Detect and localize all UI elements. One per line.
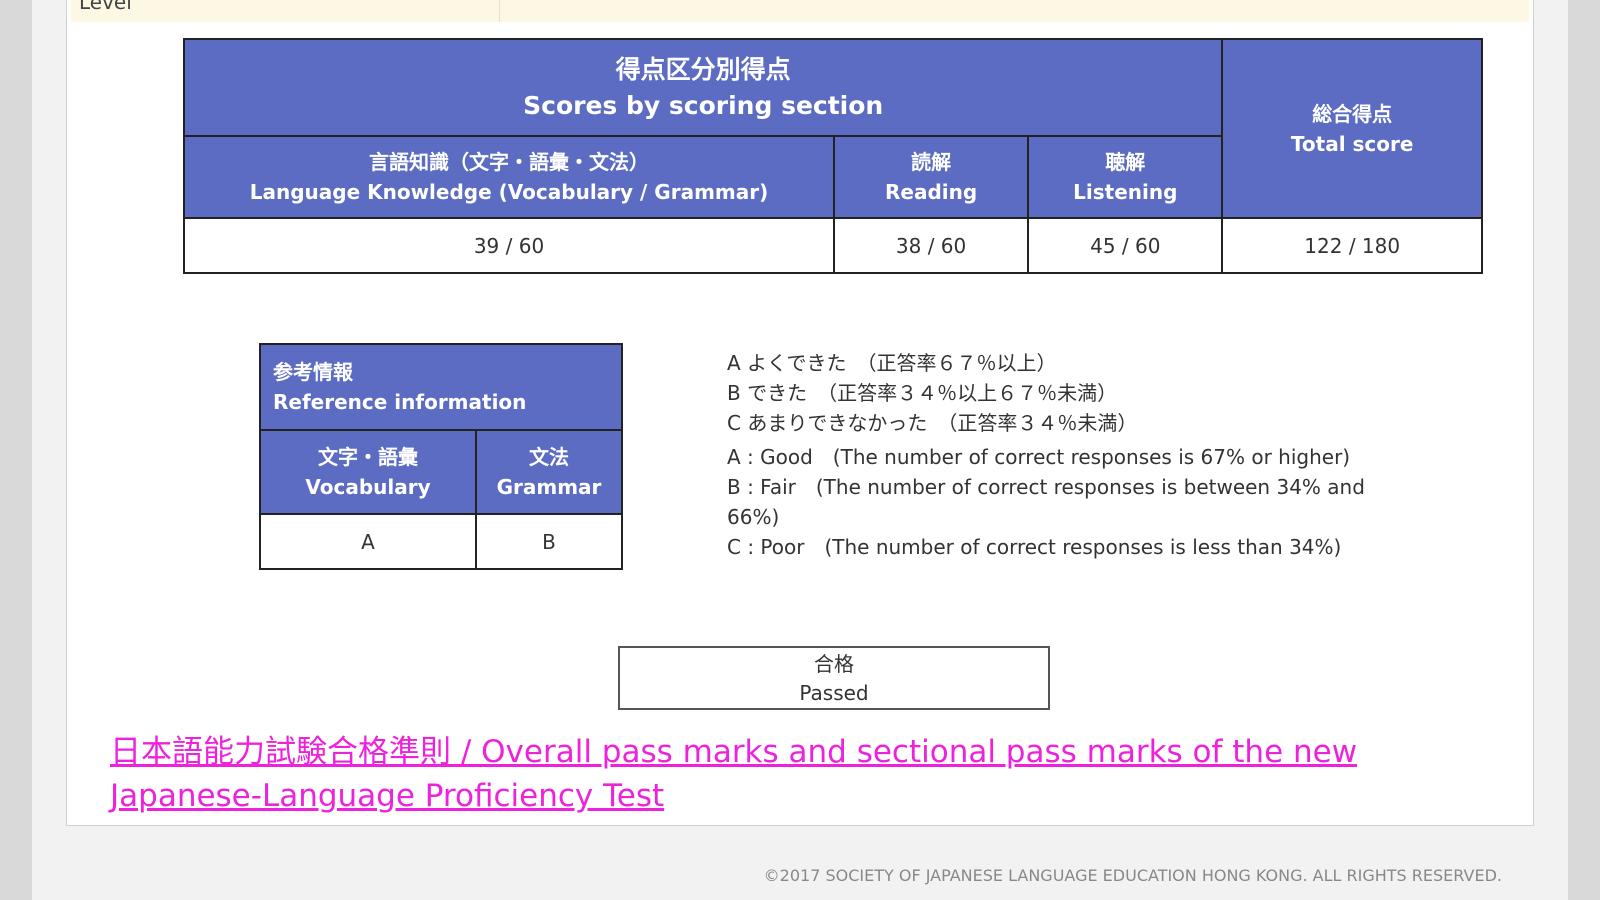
vocabulary-header-jp: 文字・語彙 [318,445,418,469]
language-knowledge-header: 言語知識（文字・語彙・文法） Language Knowledge (Vocab… [183,135,835,219]
total-score-header: 総合得点 Total score [1221,38,1483,219]
total-score-header-jp: 総合得点 [1312,101,1393,126]
level-label: Level [79,0,500,22]
scores-section-header: 得点区分別得点 Scores by scoring section [182,38,1224,137]
legend-en-b: B : Fair (The number of correct response… [727,475,1365,529]
grade-legend: A よくできた （正答率６７％以上） B できた （正答率３４％以上６７％未満）… [727,348,1407,562]
grammar-grade: B [474,513,624,570]
reference-title-jp: 参考情報 [273,360,353,384]
footer-copyright: ©2017 SOCIETY OF JAPANESE LANGUAGE EDUCA… [763,866,1502,885]
listening-header-jp: 聴解 [1105,150,1146,174]
grammar-header-jp: 文法 [529,445,569,469]
reference-table: 参考情報 Reference information 文字・語彙 Vocabul… [258,343,624,570]
language-knowledge-header-jp: 言語知識（文字・語彙・文法） [369,150,649,174]
grammar-header: 文法 Grammar [474,429,624,515]
scores-title-jp: 得点区分別得点 [615,54,791,84]
vocabulary-header: 文字・語彙 Vocabulary [259,429,477,515]
pass-marks-link[interactable]: 日本語能力試験合格準則 / Overall pass marks and sec… [110,730,1510,818]
listening-header-en: Listening [1073,180,1178,204]
vocabulary-header-en: Vocabulary [305,475,431,499]
listening-header: 聴解 Listening [1027,135,1224,219]
reading-header: 読解 Reading [832,135,1030,219]
page-background: Level 得点区分別得点 Scores by scoring section … [32,0,1568,900]
reading-header-jp: 読解 [911,150,952,174]
result-en: Passed [799,681,869,705]
reading-score: 38 / 60 [832,217,1030,274]
total-score-header-en: Total score [1290,131,1414,156]
score-report-panel: Level 得点区分別得点 Scores by scoring section … [66,0,1534,826]
reading-header-en: Reading [884,180,978,204]
right-gutter [1568,0,1600,900]
level-row: Level [71,0,1529,22]
legend-jp-c: C あまりできなかった （正答率３４％未満） [727,411,1138,435]
legend-en-a: A : Good (The number of correct response… [727,445,1351,469]
reference-title-en: Reference information [273,390,527,414]
grammar-header-en: Grammar [496,475,602,499]
legend-en-c: C : Poor (The number of correct response… [727,535,1342,559]
legend-jp-b: B できた （正答率３４％以上６７％未満） [727,381,1118,405]
pass-result-box: 合格 Passed [618,646,1050,710]
listening-score: 45 / 60 [1027,217,1224,274]
language-knowledge-header-en: Language Knowledge (Vocabulary / Grammar… [249,180,769,204]
result-jp: 合格 [814,652,854,676]
scores-title-en: Scores by scoring section [523,90,884,120]
scores-table: 得点区分別得点 Scores by scoring section 総合得点 T… [182,38,1483,274]
vocabulary-grade: A [259,513,477,570]
reference-header: 参考情報 Reference information [258,343,624,431]
language-knowledge-score: 39 / 60 [183,217,835,274]
legend-jp-a: A よくできた （正答率６７％以上） [727,351,1057,375]
total-score: 122 / 180 [1221,217,1483,274]
left-gutter [0,0,32,900]
